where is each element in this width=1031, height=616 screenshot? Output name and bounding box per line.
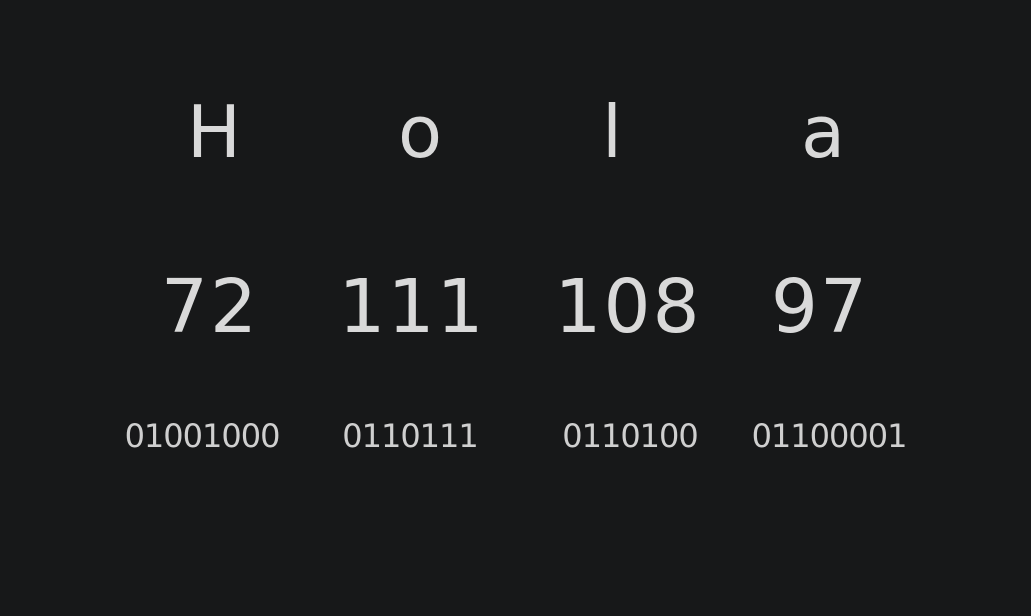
binary-code-l: 0110100 bbox=[562, 417, 699, 455]
decimal-code-h: 72 bbox=[160, 264, 260, 350]
decimal-code-l: 108 bbox=[554, 264, 702, 350]
binary-code-a: 01100001 bbox=[751, 417, 908, 455]
letter-h: H bbox=[186, 90, 242, 174]
binary-code-h: 01001000 bbox=[124, 417, 281, 455]
letter-a: a bbox=[800, 90, 846, 174]
letter-l: l bbox=[601, 90, 623, 174]
letter-o: o bbox=[397, 90, 443, 174]
decimal-code-o: 111 bbox=[338, 264, 486, 350]
encoding-diagram: H o l a 72 111 108 97 01001000 0110111 0… bbox=[0, 0, 1031, 616]
binary-code-o: 0110111 bbox=[342, 417, 479, 455]
decimal-code-a: 97 bbox=[770, 264, 870, 350]
